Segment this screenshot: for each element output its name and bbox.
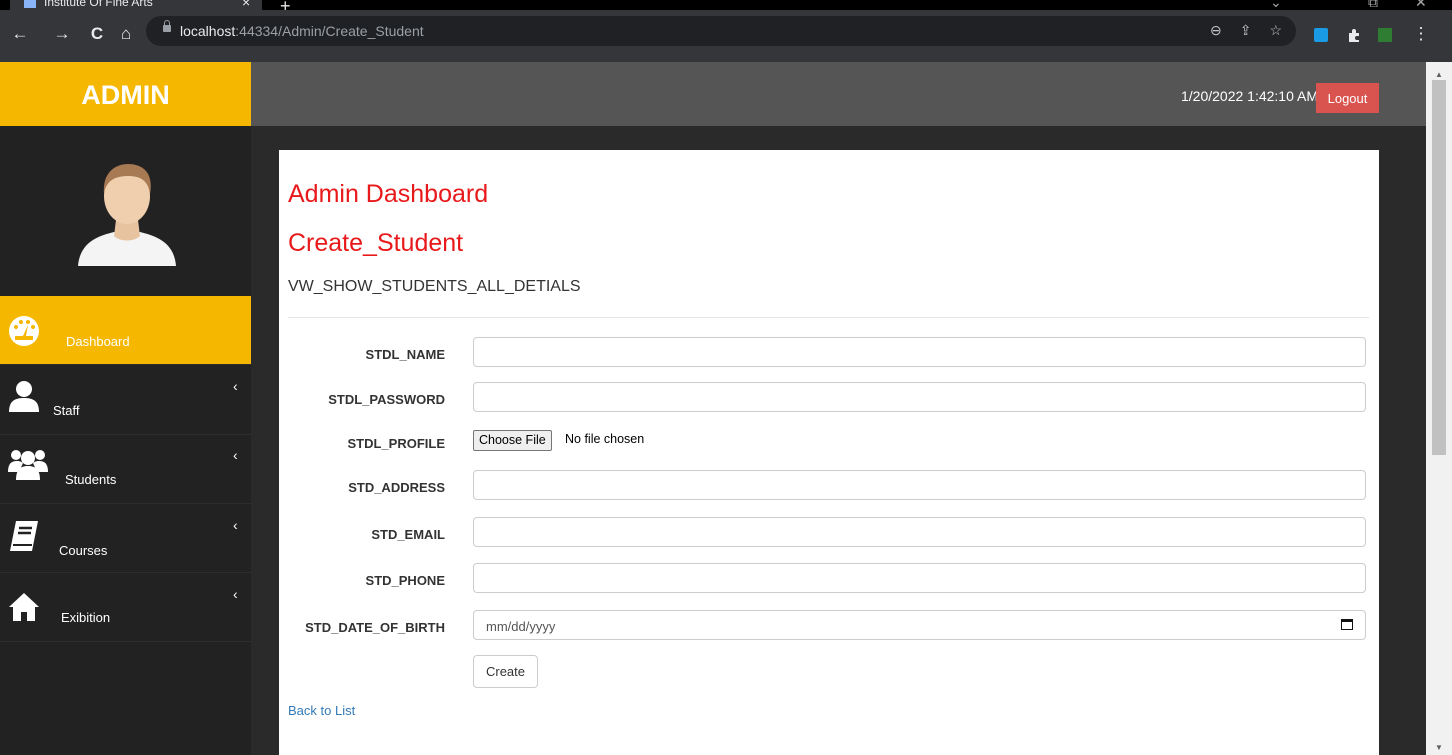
browser-tab[interactable]: Institute Of Fine Arts × bbox=[10, 0, 262, 10]
book-icon bbox=[10, 521, 38, 551]
tab-title: Institute Of Fine Arts bbox=[44, 0, 153, 9]
page-title: Admin Dashboard bbox=[288, 180, 489, 208]
address-label: STD_ADDRESS bbox=[348, 480, 445, 495]
email-input[interactable] bbox=[473, 517, 1366, 547]
password-input[interactable] bbox=[473, 382, 1366, 412]
puzzle-icon[interactable] bbox=[1347, 28, 1361, 42]
tab-search-icon[interactable]: ⌄ bbox=[1270, 0, 1282, 10]
address-bar[interactable]: localhost:44334/Admin/Create_Student ⊖ ⇪… bbox=[146, 16, 1296, 46]
password-label: STDL_PASSWORD bbox=[328, 392, 445, 407]
lock-icon bbox=[163, 20, 171, 32]
forward-icon[interactable]: → bbox=[51, 24, 73, 44]
divider bbox=[288, 317, 1369, 318]
sidebar-item-label: Exibition bbox=[61, 610, 111, 625]
profile-avatar-icon[interactable] bbox=[1378, 28, 1392, 42]
url-host: localhost bbox=[180, 23, 236, 39]
form-row-name: STDL_NAME bbox=[279, 337, 1379, 371]
form-row-password: STDL_PASSWORD bbox=[279, 382, 1379, 416]
create-button[interactable]: Create bbox=[473, 655, 538, 688]
profile-label: STDL_PROFILE bbox=[347, 436, 445, 451]
address-input[interactable] bbox=[473, 470, 1366, 500]
extension-icon[interactable] bbox=[1314, 28, 1328, 42]
name-label: STDL_NAME bbox=[365, 347, 445, 362]
sidebar: Dashboard Staff ‹ Students ‹ Courses ‹ E… bbox=[0, 126, 251, 755]
tab-close-icon[interactable]: × bbox=[242, 0, 250, 10]
page-subtitle: Create_Student bbox=[288, 229, 464, 257]
bookmark-star-icon[interactable]: ☆ bbox=[1269, 22, 1282, 39]
form-row-phone: STD_PHONE bbox=[279, 563, 1379, 597]
reload-icon[interactable]: C bbox=[86, 24, 108, 44]
form-row-profile: STDL_PROFILE Choose File No file chosen bbox=[279, 430, 1379, 464]
dashboard-icon bbox=[9, 316, 39, 346]
scroll-down-icon[interactable]: ▼ bbox=[1435, 743, 1443, 752]
calendar-icon[interactable] bbox=[1341, 619, 1353, 630]
form-row-address: STD_ADDRESS bbox=[279, 470, 1379, 504]
favicon-icon bbox=[24, 0, 36, 8]
back-icon[interactable]: ← bbox=[9, 24, 31, 44]
close-window-icon[interactable]: ✕ bbox=[1415, 0, 1427, 10]
form-row-email: STD_EMAIL bbox=[279, 517, 1379, 551]
zoom-icon[interactable]: ⊖ bbox=[1210, 22, 1222, 39]
page-scrollbar[interactable]: ▲ ▼ bbox=[1426, 62, 1452, 755]
chevron-left-icon: ‹ bbox=[233, 447, 238, 463]
dob-placeholder: mm/dd/yyyy bbox=[486, 619, 556, 634]
omnibox-icons: ⊖ ⇪ ☆ bbox=[1210, 22, 1282, 39]
chevron-left-icon: ‹ bbox=[233, 586, 238, 602]
chevron-left-icon: ‹ bbox=[233, 517, 238, 533]
main-panel: Admin Dashboard Create_Student VW_SHOW_S… bbox=[279, 150, 1379, 755]
name-input[interactable] bbox=[473, 337, 1366, 367]
url-path: :44334/Admin/Create_Student bbox=[235, 23, 424, 39]
dob-input[interactable]: mm/dd/yyyy bbox=[473, 610, 1366, 640]
scrollbar-thumb[interactable] bbox=[1432, 80, 1446, 455]
phone-input[interactable] bbox=[473, 563, 1366, 593]
back-to-list-link[interactable]: Back to List bbox=[288, 703, 355, 718]
brand-logo: ADMIN bbox=[0, 62, 251, 126]
browser-tabstrip: Institute Of Fine Arts × + ⌄ ⧉ ✕ bbox=[0, 0, 1452, 10]
share-icon[interactable]: ⇪ bbox=[1240, 22, 1252, 39]
choose-file-button[interactable]: Choose File bbox=[473, 430, 552, 451]
sidebar-item-exibition[interactable]: Exibition ‹ bbox=[0, 573, 251, 642]
section-title: VW_SHOW_STUDENTS_ALL_DETIALS bbox=[288, 278, 581, 295]
sidebar-item-label: Staff bbox=[53, 403, 80, 418]
top-bar: 1/20/2022 1:42:10 AM Logout bbox=[251, 62, 1426, 126]
admin-avatar bbox=[78, 164, 176, 266]
sidebar-item-label: Courses bbox=[59, 543, 108, 558]
scroll-up-icon[interactable]: ▲ bbox=[1435, 70, 1443, 79]
browser-menu-icon[interactable]: ⋮ bbox=[1410, 24, 1432, 44]
url-text[interactable]: localhost:44334/Admin/Create_Student bbox=[180, 23, 424, 39]
restore-window-icon[interactable]: ⧉ bbox=[1368, 0, 1378, 10]
current-datetime: 1/20/2022 1:42:10 AM bbox=[1181, 88, 1318, 104]
users-icon bbox=[8, 450, 48, 480]
sidebar-item-dashboard[interactable]: Dashboard bbox=[0, 296, 251, 365]
user-icon bbox=[9, 381, 39, 412]
new-tab-button[interactable]: + bbox=[280, 0, 291, 10]
email-label: STD_EMAIL bbox=[371, 527, 445, 542]
logout-button[interactable]: Logout bbox=[1316, 83, 1379, 113]
phone-label: STD_PHONE bbox=[365, 573, 445, 588]
chevron-left-icon: ‹ bbox=[233, 378, 238, 394]
form-row-dob: STD_DATE_OF_BIRTH mm/dd/yyyy bbox=[279, 610, 1379, 644]
sidebar-item-students[interactable]: Students ‹ bbox=[0, 435, 251, 504]
dob-label: STD_DATE_OF_BIRTH bbox=[305, 620, 445, 635]
sidebar-item-label: Students bbox=[65, 472, 117, 487]
sidebar-item-staff[interactable]: Staff ‹ bbox=[0, 366, 251, 435]
sidebar-item-courses[interactable]: Courses ‹ bbox=[0, 504, 251, 573]
home-icon bbox=[9, 593, 39, 621]
sidebar-item-label: Dashboard bbox=[66, 334, 130, 349]
file-status: No file chosen bbox=[565, 432, 645, 446]
browser-toolbar: ← → C ⌂ localhost:44334/Admin/Create_Stu… bbox=[0, 10, 1452, 62]
home-icon[interactable]: ⌂ bbox=[115, 24, 137, 44]
